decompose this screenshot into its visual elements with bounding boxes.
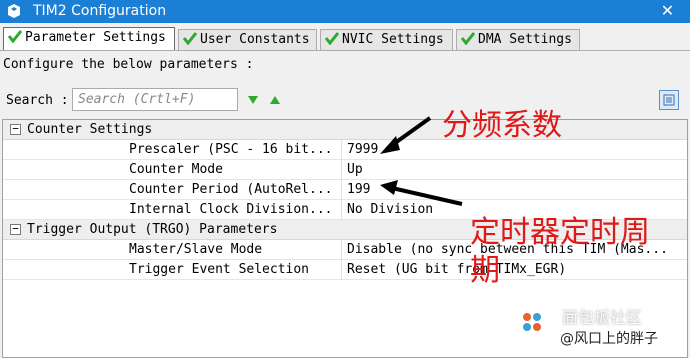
watermark-logo-icon [518, 308, 546, 336]
watermark-site: 面包板社区 [562, 308, 643, 327]
annotation-period: 定时器定时周期 [470, 215, 650, 288]
annotation-arrow-prescaler [380, 116, 432, 154]
watermark: 面包板社区 @风口上的胖子 [514, 302, 690, 358]
annotation-arrow-period [380, 180, 463, 206]
watermark-author: @风口上的胖子 [560, 331, 658, 347]
annotation-prescaler: 分频系数 [442, 108, 562, 143]
